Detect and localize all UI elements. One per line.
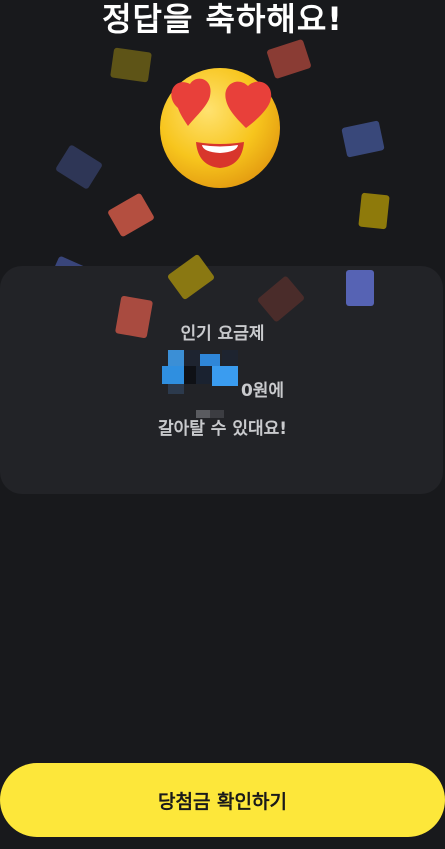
confetti-piece — [54, 144, 104, 190]
confetti-piece — [358, 192, 390, 230]
confetti-piece — [346, 270, 374, 306]
confetti-piece — [110, 47, 152, 83]
heart-eyes-emoji-icon — [160, 68, 280, 188]
confetti-piece — [107, 192, 155, 238]
check-prize-button[interactable]: 당첨금 확인하기 — [0, 763, 445, 837]
price-suffix: 0원에 — [240, 381, 285, 401]
plan-label: 인기 요금제 — [180, 324, 265, 344]
result-message: 갈아탈 수 있대요! — [157, 419, 288, 439]
page-title: 정답을 축하해요! — [102, 0, 343, 38]
confetti-piece — [341, 120, 385, 158]
